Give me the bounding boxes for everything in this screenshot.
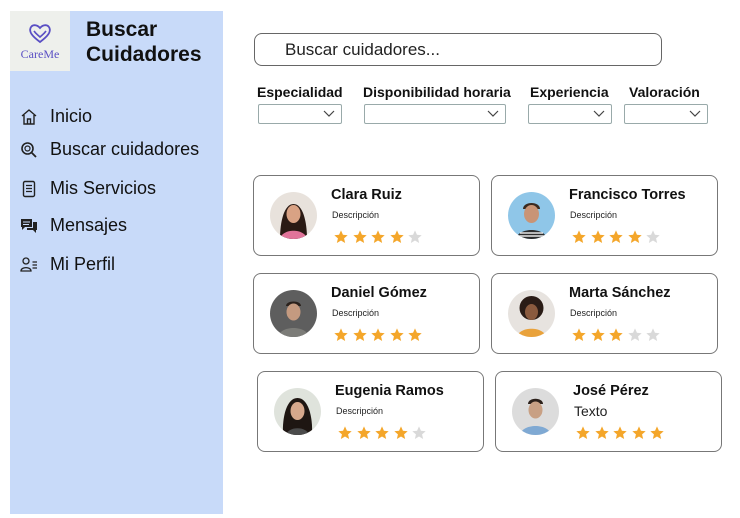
star-empty-icon [408, 230, 422, 243]
star-filled-icon [594, 426, 609, 439]
careme-logo[interactable]: CareMe [10, 11, 70, 71]
caregiver-description: Descripción [332, 308, 380, 318]
page-title: Buscar Cuidadores [86, 17, 202, 67]
star-filled-icon [389, 230, 404, 243]
star-filled-icon [590, 230, 605, 243]
avatar [270, 290, 317, 337]
search-icon [21, 141, 37, 158]
avatar [512, 388, 559, 435]
star-filled-icon [631, 426, 646, 439]
sidebar-item-label: Mensajes [50, 215, 128, 235]
sidebar-item-label: Mi Perfil [50, 254, 116, 274]
star-filled-icon [627, 230, 642, 243]
sidebar-item-mensajes[interactable]: Mensajes [20, 215, 127, 236]
star-empty-icon [627, 328, 642, 341]
rating-stars [571, 229, 664, 245]
filter-select-experiencia[interactable] [528, 104, 612, 124]
avatar [508, 192, 555, 239]
sidebar-item-label: Mis Servicios [50, 178, 157, 198]
star-filled-icon [408, 328, 422, 341]
avatar [270, 192, 317, 239]
avatar [274, 388, 321, 435]
star-filled-icon [375, 426, 389, 439]
caregiver-name: Eugenia Ramos [335, 383, 444, 399]
avatar [508, 290, 555, 337]
sidebar: CareMe Buscar Cuidadores Inicio Buscar c… [10, 11, 223, 514]
chevron-down-icon [593, 110, 605, 117]
rating-stars [333, 327, 426, 343]
star-filled-icon [609, 328, 623, 341]
chevron-down-icon [487, 110, 499, 117]
filter-select-especialidad[interactable] [258, 104, 342, 124]
star-filled-icon [609, 230, 623, 243]
document-icon [22, 180, 36, 197]
star-empty-icon [646, 230, 660, 243]
search-input[interactable] [254, 33, 662, 66]
caregiver-description: Descripción [332, 210, 380, 220]
caregiver-card[interactable]: Daniel Gómez Descripción [253, 273, 480, 354]
star-filled-icon [572, 230, 586, 243]
rating-stars [575, 425, 668, 441]
sidebar-item-mi-perfil[interactable]: Mi Perfil [20, 254, 115, 275]
star-filled-icon [338, 426, 352, 439]
chat-icon [21, 218, 37, 233]
star-filled-icon [389, 328, 404, 341]
caregiver-card[interactable]: Francisco Torres Descripción [491, 175, 718, 256]
page-title-line2: Cuidadores [86, 43, 202, 66]
star-filled-icon [613, 426, 627, 439]
star-filled-icon [576, 426, 590, 439]
star-filled-icon [590, 328, 605, 341]
logo-text: CareMe [20, 47, 60, 61]
star-empty-icon [646, 328, 660, 341]
star-filled-icon [572, 328, 586, 341]
sidebar-item-inicio[interactable]: Inicio [20, 106, 92, 127]
caregiver-description: Descripción [570, 308, 618, 318]
star-filled-icon [356, 426, 371, 439]
chevron-down-icon [689, 110, 701, 117]
user-list-icon [20, 256, 37, 272]
rating-stars [333, 229, 426, 245]
filter-label-especialidad: Especialidad [257, 84, 343, 100]
sidebar-item-mis-servicios[interactable]: Mis Servicios [20, 178, 156, 199]
star-filled-icon [352, 328, 367, 341]
caregiver-name: Francisco Torres [569, 187, 686, 203]
rating-stars [571, 327, 664, 343]
filter-select-valoracion[interactable] [624, 104, 708, 124]
filter-label-disponibilidad: Disponibilidad horaria [363, 84, 511, 100]
caregiver-card[interactable]: Marta Sánchez Descripción [491, 273, 718, 354]
caregiver-card[interactable]: Eugenia Ramos Descripción [257, 371, 484, 452]
filter-label-valoracion: Valoración [629, 84, 700, 100]
chevron-down-icon [323, 110, 335, 117]
star-filled-icon [371, 230, 385, 243]
filter-select-disponibilidad[interactable] [364, 104, 506, 124]
caregiver-name: Clara Ruiz [331, 187, 402, 203]
caregiver-description: Descripción [570, 210, 618, 220]
caregiver-name: Daniel Gómez [331, 285, 427, 301]
caregiver-description: Texto [574, 403, 608, 419]
sidebar-item-label: Buscar cuidadores [50, 139, 200, 159]
star-empty-icon [412, 426, 426, 439]
caregiver-name: Marta Sánchez [569, 285, 671, 301]
page-title-line1: Buscar [86, 18, 158, 41]
star-filled-icon [334, 328, 348, 341]
caregiver-description: Descripción [336, 406, 384, 416]
star-filled-icon [371, 328, 385, 341]
caregiver-card[interactable]: Clara Ruiz Descripción [253, 175, 480, 256]
sidebar-item-buscar-cuidadores[interactable]: Buscar cuidadores [20, 139, 199, 160]
star-filled-icon [393, 426, 408, 439]
star-filled-icon [334, 230, 348, 243]
rating-stars [337, 425, 430, 441]
star-filled-icon [650, 426, 664, 439]
home-icon [21, 108, 37, 125]
sidebar-item-label: Inicio [50, 106, 93, 126]
star-filled-icon [352, 230, 367, 243]
filter-label-experiencia: Experiencia [530, 84, 609, 100]
caregiver-card[interactable]: José Pérez Texto [495, 371, 722, 452]
caregiver-name: José Pérez [573, 383, 649, 399]
heart-hands-icon [29, 24, 51, 44]
